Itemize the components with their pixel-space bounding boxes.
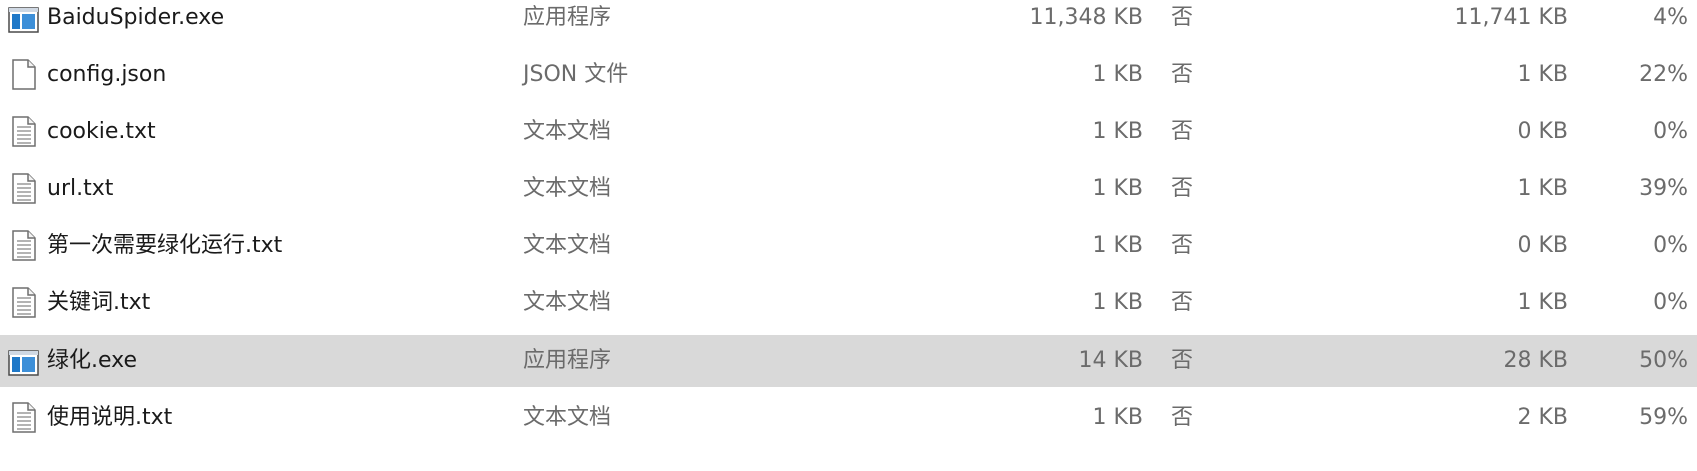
file-compressed-flag: 否 (1171, 5, 1194, 30)
file-ratio: 4% (1653, 5, 1688, 30)
file-packed-size: 2 KB (1517, 405, 1568, 430)
file-size: 1 KB (1092, 119, 1143, 144)
file-compressed-flag: 否 (1171, 233, 1194, 258)
file-type: 文本文档 (523, 176, 612, 201)
file-name: 关键词.txt (47, 290, 151, 315)
file-packed-size: 0 KB (1517, 119, 1568, 144)
file-name: 绿化.exe (47, 348, 138, 373)
text-file-icon (8, 400, 40, 434)
file-row[interactable]: 使用说明.txt 文本文档 1 KB 否 2 KB 59% (0, 392, 1697, 444)
file-row[interactable]: config.json JSON 文件 1 KB 否 1 KB 22% (0, 49, 1697, 101)
executable-icon (8, 343, 40, 377)
file-row[interactable]: 关键词.txt 文本文档 1 KB 否 1 KB 0% (0, 277, 1697, 329)
file-ratio: 0% (1653, 119, 1688, 144)
blank-file-icon (8, 57, 40, 91)
file-row-selected[interactable]: 绿化.exe 应用程序 14 KB 否 28 KB 50% (0, 335, 1697, 387)
file-ratio: 39% (1639, 176, 1688, 201)
file-name: config.json (47, 62, 167, 87)
file-type: 文本文档 (523, 290, 612, 315)
file-compressed-flag: 否 (1171, 348, 1194, 373)
file-compressed-flag: 否 (1171, 62, 1194, 87)
file-row[interactable]: cookie.txt 文本文档 1 KB 否 0 KB 0% (0, 106, 1697, 158)
file-name: cookie.txt (47, 119, 156, 144)
file-packed-size: 11,741 KB (1454, 5, 1569, 30)
text-file-icon (8, 228, 40, 262)
file-type: JSON 文件 (523, 62, 629, 87)
file-name: url.txt (47, 176, 114, 201)
file-ratio: 0% (1653, 233, 1688, 258)
file-list: BaiduSpider.exe 应用程序 11,348 KB 否 11,741 … (0, 0, 1697, 471)
file-packed-size: 1 KB (1517, 62, 1568, 87)
file-name: BaiduSpider.exe (47, 5, 225, 30)
file-size: 11,348 KB (1029, 5, 1144, 30)
file-row[interactable]: url.txt 文本文档 1 KB 否 1 KB 39% (0, 163, 1697, 215)
file-size: 1 KB (1092, 290, 1143, 315)
file-ratio: 0% (1653, 290, 1688, 315)
executable-icon (8, 0, 40, 34)
file-packed-size: 1 KB (1517, 176, 1568, 201)
file-size: 1 KB (1092, 62, 1143, 87)
text-file-icon (8, 171, 40, 205)
file-ratio: 59% (1639, 405, 1688, 430)
file-type: 文本文档 (523, 233, 612, 258)
file-name: 使用说明.txt (47, 405, 173, 430)
file-packed-size: 1 KB (1517, 290, 1568, 315)
file-size: 1 KB (1092, 176, 1143, 201)
file-row[interactable]: 第一次需要绿化运行.txt 文本文档 1 KB 否 0 KB 0% (0, 220, 1697, 272)
file-type: 文本文档 (523, 405, 612, 430)
file-type: 应用程序 (523, 348, 612, 373)
file-packed-size: 28 KB (1503, 348, 1568, 373)
file-size: 1 KB (1092, 233, 1143, 258)
file-compressed-flag: 否 (1171, 176, 1194, 201)
text-file-icon (8, 285, 40, 319)
file-type: 应用程序 (523, 5, 612, 30)
file-row[interactable]: BaiduSpider.exe 应用程序 11,348 KB 否 11,741 … (0, 0, 1697, 44)
file-size: 14 KB (1078, 348, 1143, 373)
file-ratio: 22% (1639, 62, 1688, 87)
file-compressed-flag: 否 (1171, 405, 1194, 430)
file-ratio: 50% (1639, 348, 1688, 373)
file-compressed-flag: 否 (1171, 290, 1194, 315)
file-type: 文本文档 (523, 119, 612, 144)
text-file-icon (8, 114, 40, 148)
file-compressed-flag: 否 (1171, 119, 1194, 144)
file-packed-size: 0 KB (1517, 233, 1568, 258)
file-size: 1 KB (1092, 405, 1143, 430)
file-name: 第一次需要绿化运行.txt (47, 233, 283, 258)
